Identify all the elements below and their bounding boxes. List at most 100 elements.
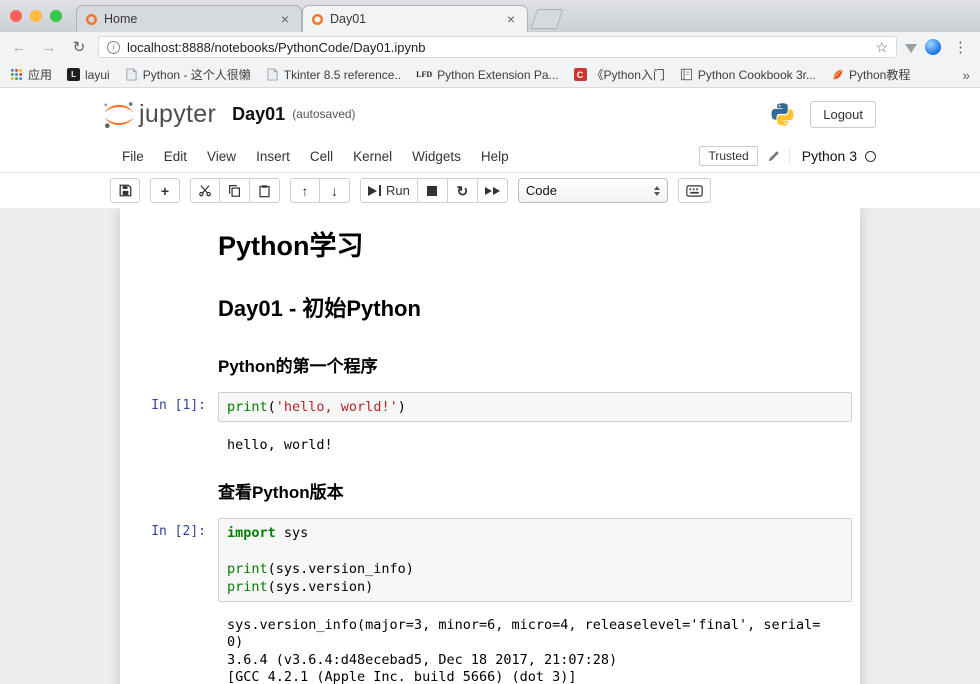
arrow-down-icon: ↓ [331, 184, 338, 198]
copy-cell-button[interactable] [220, 178, 250, 203]
logout-button[interactable]: Logout [810, 101, 876, 128]
bookmark-label: 应用 [28, 66, 52, 83]
menu-cell[interactable]: Cell [300, 149, 343, 164]
bookmarks-overflow-icon[interactable]: » [962, 67, 970, 83]
output-cell-2: sys.version_info(major=3, minor=6, micro… [120, 606, 860, 684]
menu-file[interactable]: File [112, 149, 154, 164]
output-prompt [120, 430, 218, 457]
notebook-heading2: Day01 - 初始Python [218, 291, 852, 323]
move-cell-up-button[interactable]: ↑ [290, 178, 320, 203]
extension-globe-icon[interactable] [925, 39, 941, 55]
stop-icon [427, 186, 437, 196]
url-text[interactable]: localhost:8888/notebooks/PythonCode/Day0… [127, 40, 868, 55]
bookmark-python-extensions[interactable]: LFD Python Extension Pa... [416, 68, 558, 82]
page-info-icon[interactable]: i [107, 41, 120, 54]
notebook-heading3: 查看Python版本 [218, 478, 852, 503]
code-line: print('hello, world!') [227, 398, 843, 416]
close-tab-icon[interactable]: × [503, 11, 519, 27]
cell-type-select[interactable]: Code [518, 178, 668, 203]
move-cell-down-button[interactable]: ↓ [320, 178, 350, 203]
jupyter-menubar: File Edit View Insert Cell Kernel Widget… [0, 140, 980, 173]
fullscreen-window-button[interactable] [50, 10, 62, 22]
notebook-scroll-area[interactable]: Python学习 Day01 - 初始Python Python的第一个程序 I… [0, 208, 980, 684]
code-token: 'hello, world!' [276, 399, 398, 415]
run-icon [368, 185, 381, 196]
paste-cell-button[interactable] [250, 178, 280, 203]
restart-kernel-button[interactable]: ↻ [448, 178, 478, 203]
tab-day01[interactable]: Day01 × [302, 5, 528, 32]
notebook-container: Python学习 Day01 - 初始Python Python的第一个程序 I… [120, 208, 860, 684]
address-bar[interactable]: i localhost:8888/notebooks/PythonCode/Da… [98, 36, 897, 58]
c-favicon-icon: C [574, 68, 587, 81]
jupyter-logo[interactable]: jupyter [102, 100, 216, 129]
output-line: hello, world! [227, 437, 852, 455]
browser-menu-icon[interactable]: ⋮ [949, 38, 972, 56]
bookmark-label: Python Extension Pa... [437, 68, 558, 82]
bookmark-label: Python - 这个人很懒 [143, 66, 251, 83]
restart-icon: ↻ [456, 184, 468, 198]
code-token: print [227, 399, 268, 415]
code-block: import sys print(sys.version_info) print… [227, 524, 843, 596]
autosave-status: (autosaved) [292, 107, 355, 121]
bookmark-label: 《Python入门 [592, 66, 665, 83]
cell-prompt [120, 339, 218, 384]
scissors-icon [198, 184, 212, 197]
tab-strip: Home × Day01 × [76, 5, 560, 32]
menu-insert[interactable]: Insert [246, 149, 300, 164]
bookmark-apps[interactable]: 应用 [10, 66, 52, 83]
arrow-up-icon: ↑ [302, 184, 309, 198]
cut-cell-button[interactable] [190, 178, 220, 203]
cell-output: hello, world! [218, 430, 852, 457]
bookmark-tkinter[interactable]: Tkinter 8.5 reference.. [266, 68, 401, 82]
bookmark-python-intro[interactable]: C 《Python入门 [574, 66, 665, 83]
output-line: sys.version_info(major=3, minor=6, micro… [227, 617, 852, 635]
bookmark-python-tutorial[interactable]: Python教程 [831, 66, 910, 83]
menu-help[interactable]: Help [471, 149, 519, 164]
close-window-button[interactable] [10, 10, 22, 22]
close-tab-icon[interactable]: × [277, 11, 293, 27]
run-label: Run [386, 183, 410, 198]
jupyter-toolbar: + ↑ ↓ Run ↻ [0, 173, 980, 208]
menu-widgets[interactable]: Widgets [402, 149, 471, 164]
markdown-cell-section1[interactable]: Python的第一个程序 [120, 335, 860, 388]
code-cell-1[interactable]: In [1]: print('hello, world!') [120, 388, 860, 426]
command-palette-button[interactable] [678, 178, 711, 203]
code-cell-2[interactable]: In [2]: import sys print(sys.version_inf… [120, 514, 860, 606]
bookmark-python-blog[interactable]: Python - 这个人很懒 [125, 66, 251, 83]
menu-edit[interactable]: Edit [154, 149, 197, 164]
download-triangle-icon[interactable] [905, 44, 917, 59]
code-input-area[interactable]: print('hello, world!') [218, 392, 852, 422]
run-cell-button[interactable]: Run [360, 178, 418, 203]
markdown-cell-subtitle[interactable]: Day01 - 初始Python [120, 277, 860, 335]
restart-run-all-button[interactable] [478, 178, 508, 203]
bookmark-star-icon[interactable]: ☆ [875, 39, 888, 56]
tab-home[interactable]: Home × [76, 5, 302, 32]
menu-kernel[interactable]: Kernel [343, 149, 402, 164]
minimize-window-button[interactable] [30, 10, 42, 22]
interrupt-kernel-button[interactable] [418, 178, 448, 203]
code-token: (sys.version_info) [268, 561, 414, 577]
markdown-cell-title[interactable]: Python学习 [120, 216, 860, 277]
trusted-button[interactable]: Trusted [699, 146, 757, 166]
new-tab-button[interactable] [531, 9, 563, 29]
markdown-cell-section2[interactable]: 查看Python版本 [120, 461, 860, 514]
menu-view[interactable]: View [197, 149, 246, 164]
insert-cell-button[interactable]: + [150, 178, 180, 203]
keyboard-icon [686, 185, 703, 197]
bookmark-layui[interactable]: L layui [67, 68, 110, 82]
apps-grid-icon [10, 68, 23, 81]
code-input-area[interactable]: import sys print(sys.version_info) print… [218, 518, 852, 602]
bookmark-python-cookbook[interactable]: Python Cookbook 3r... [680, 68, 816, 82]
notebook-title[interactable]: Day01 [232, 104, 285, 125]
back-icon[interactable]: ← [8, 39, 30, 56]
code-token: sys [276, 525, 309, 541]
jupyter-brand-text: jupyter [139, 100, 216, 129]
forward-icon[interactable]: → [38, 39, 60, 56]
save-button[interactable] [110, 178, 140, 203]
bookmark-label: Python教程 [849, 66, 910, 83]
python-logo-icon [769, 101, 796, 128]
reload-icon[interactable]: ↻ [68, 38, 90, 56]
window-titlebar: Home × Day01 × [0, 0, 980, 32]
browser-navbar: ← → ↻ i localhost:8888/notebooks/PythonC… [0, 32, 980, 62]
notebook-heading1: Python学习 [218, 224, 852, 263]
